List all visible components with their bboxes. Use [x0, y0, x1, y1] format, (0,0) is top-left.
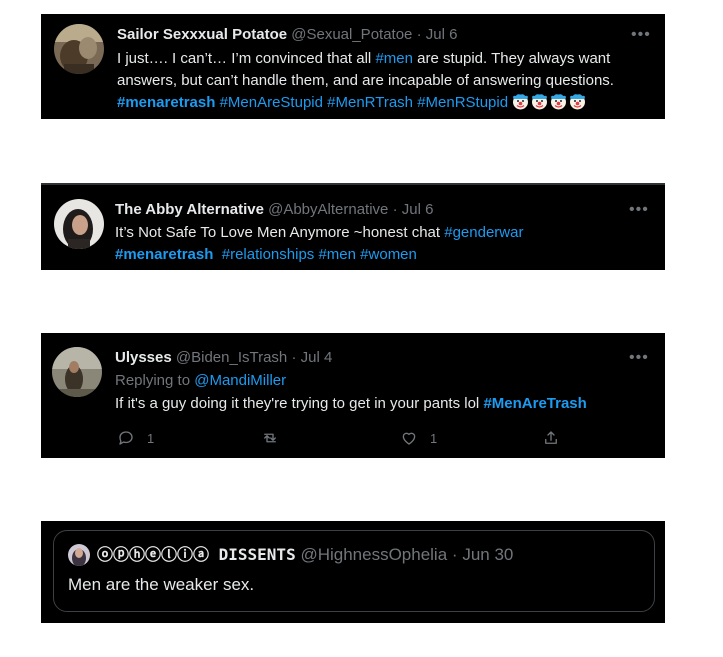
hashtag-link[interactable]: #menaretrash: [115, 246, 213, 263]
page: Sailor Sexxxual Potatoe @Sexual_Potatoe …: [0, 0, 723, 657]
more-dots-icon[interactable]: •••: [631, 27, 651, 43]
hashtag-link[interactable]: #men: [318, 246, 356, 263]
clown-face-icon: [512, 93, 529, 110]
tweet-card[interactable]: The Abby Alternative @AbbyAlternative · …: [41, 183, 665, 270]
hashtag-link[interactable]: #MenAreStupid: [220, 94, 323, 111]
display-name[interactable]: ⓞⓟⓗⓔⓛⓘⓐ DISSENTS: [97, 545, 296, 564]
hashtag-link[interactable]: #women: [360, 246, 417, 263]
avatar[interactable]: [52, 347, 102, 397]
reply-icon: [119, 431, 133, 445]
tweet-header: Sailor Sexxxual Potatoe @Sexual_Potatoe …: [117, 25, 457, 45]
display-name[interactable]: The Abby Alternative: [115, 201, 264, 218]
user-handle[interactable]: @Biden_IsTrash: [176, 349, 287, 366]
clown-face-icon: [531, 93, 548, 110]
user-handle[interactable]: @Sexual_Potatoe: [291, 26, 412, 43]
more-dots-icon[interactable]: •••: [629, 202, 649, 218]
separator-dot: ·: [392, 201, 398, 218]
tweet-header: Ulysses @Biden_IsTrash · Jul 4: [115, 348, 332, 368]
tweet-card[interactable]: Ulysses @Biden_IsTrash · Jul 4 ••• Reply…: [41, 333, 665, 458]
reply-context: Replying to @MandiMiller: [115, 370, 286, 392]
share-icon: [545, 431, 557, 444]
tweet-date[interactable]: Jul 4: [301, 349, 333, 366]
retweet-icon: [264, 433, 276, 443]
quoted-tweet-panel: ⓞⓟⓗⓔⓛⓘⓐ DISSENTS @HighnessOphelia · Jun …: [41, 521, 665, 623]
more-dots-icon[interactable]: •••: [629, 350, 649, 366]
tweet-text: It’s Not Safe To Love Men Anymore ~hones…: [115, 222, 655, 266]
separator-dot: ·: [291, 349, 297, 366]
mention-link[interactable]: @MandiMiller: [194, 372, 286, 389]
tweet-header: ⓞⓟⓗⓔⓛⓘⓐ DISSENTS @HighnessOphelia · Jun …: [97, 544, 513, 566]
replying-label: Replying to: [115, 372, 195, 389]
tweet-date[interactable]: Jun 30: [462, 545, 513, 564]
tweet-text: I just…. I can’t… I’m convinced that all…: [117, 48, 657, 114]
hashtag-link[interactable]: #MenRStupid: [417, 94, 508, 111]
tweet-text-part: It’s Not Safe To Love Men Anymore ~hones…: [115, 224, 445, 241]
tweet-text: Men are the weaker sex.: [68, 575, 255, 594]
user-handle[interactable]: @HighnessOphelia: [300, 545, 447, 564]
truncated-line: [115, 265, 595, 270]
user-handle[interactable]: @AbbyAlternative: [268, 201, 388, 218]
hashtag-link[interactable]: #genderwar: [444, 224, 523, 241]
tweet-date[interactable]: Jul 6: [426, 26, 458, 43]
clown-face-icon: [550, 93, 567, 110]
share-button[interactable]: [542, 427, 572, 449]
hashtag-link[interactable]: #relationships: [222, 246, 315, 263]
display-name[interactable]: Ulysses: [115, 349, 172, 366]
hashtag-link[interactable]: #MenRTrash: [327, 94, 413, 111]
tweet-date[interactable]: Jul 6: [402, 201, 434, 218]
heart-icon: [402, 432, 416, 445]
avatar[interactable]: [54, 24, 104, 74]
like-count: 1: [430, 430, 438, 446]
like-button[interactable]: 1: [400, 427, 437, 449]
quoted-tweet-card[interactable]: ⓞⓟⓗⓔⓛⓘⓐ DISSENTS @HighnessOphelia · Jun …: [53, 530, 655, 612]
avatar[interactable]: [54, 199, 104, 249]
reply-button[interactable]: 1: [117, 427, 154, 449]
avatar[interactable]: [68, 544, 90, 566]
reply-count: 1: [147, 430, 155, 446]
separator-dot: ·: [416, 26, 422, 43]
retweet-button[interactable]: [260, 427, 292, 449]
tweet-text-part: I just…. I can’t… I’m convinced that all: [117, 50, 376, 67]
separator-dot: ·: [451, 545, 458, 564]
display-name[interactable]: Sailor Sexxxual Potatoe: [117, 26, 287, 43]
hashtag-link[interactable]: #men: [375, 50, 413, 67]
tweet-actions: 1 1: [117, 427, 597, 449]
tweet-text: If it's a guy doing it they're trying to…: [115, 393, 587, 415]
clown-face-icon: [569, 93, 586, 110]
tweet-text-part: If it's a guy doing it they're trying to…: [115, 395, 484, 412]
tweet-header: The Abby Alternative @AbbyAlternative · …: [115, 200, 433, 220]
hashtag-link[interactable]: #MenAreTrash: [483, 395, 586, 412]
tweet-card[interactable]: Sailor Sexxxual Potatoe @Sexual_Potatoe …: [41, 14, 665, 119]
hashtag-link[interactable]: #menaretrash: [117, 94, 215, 111]
